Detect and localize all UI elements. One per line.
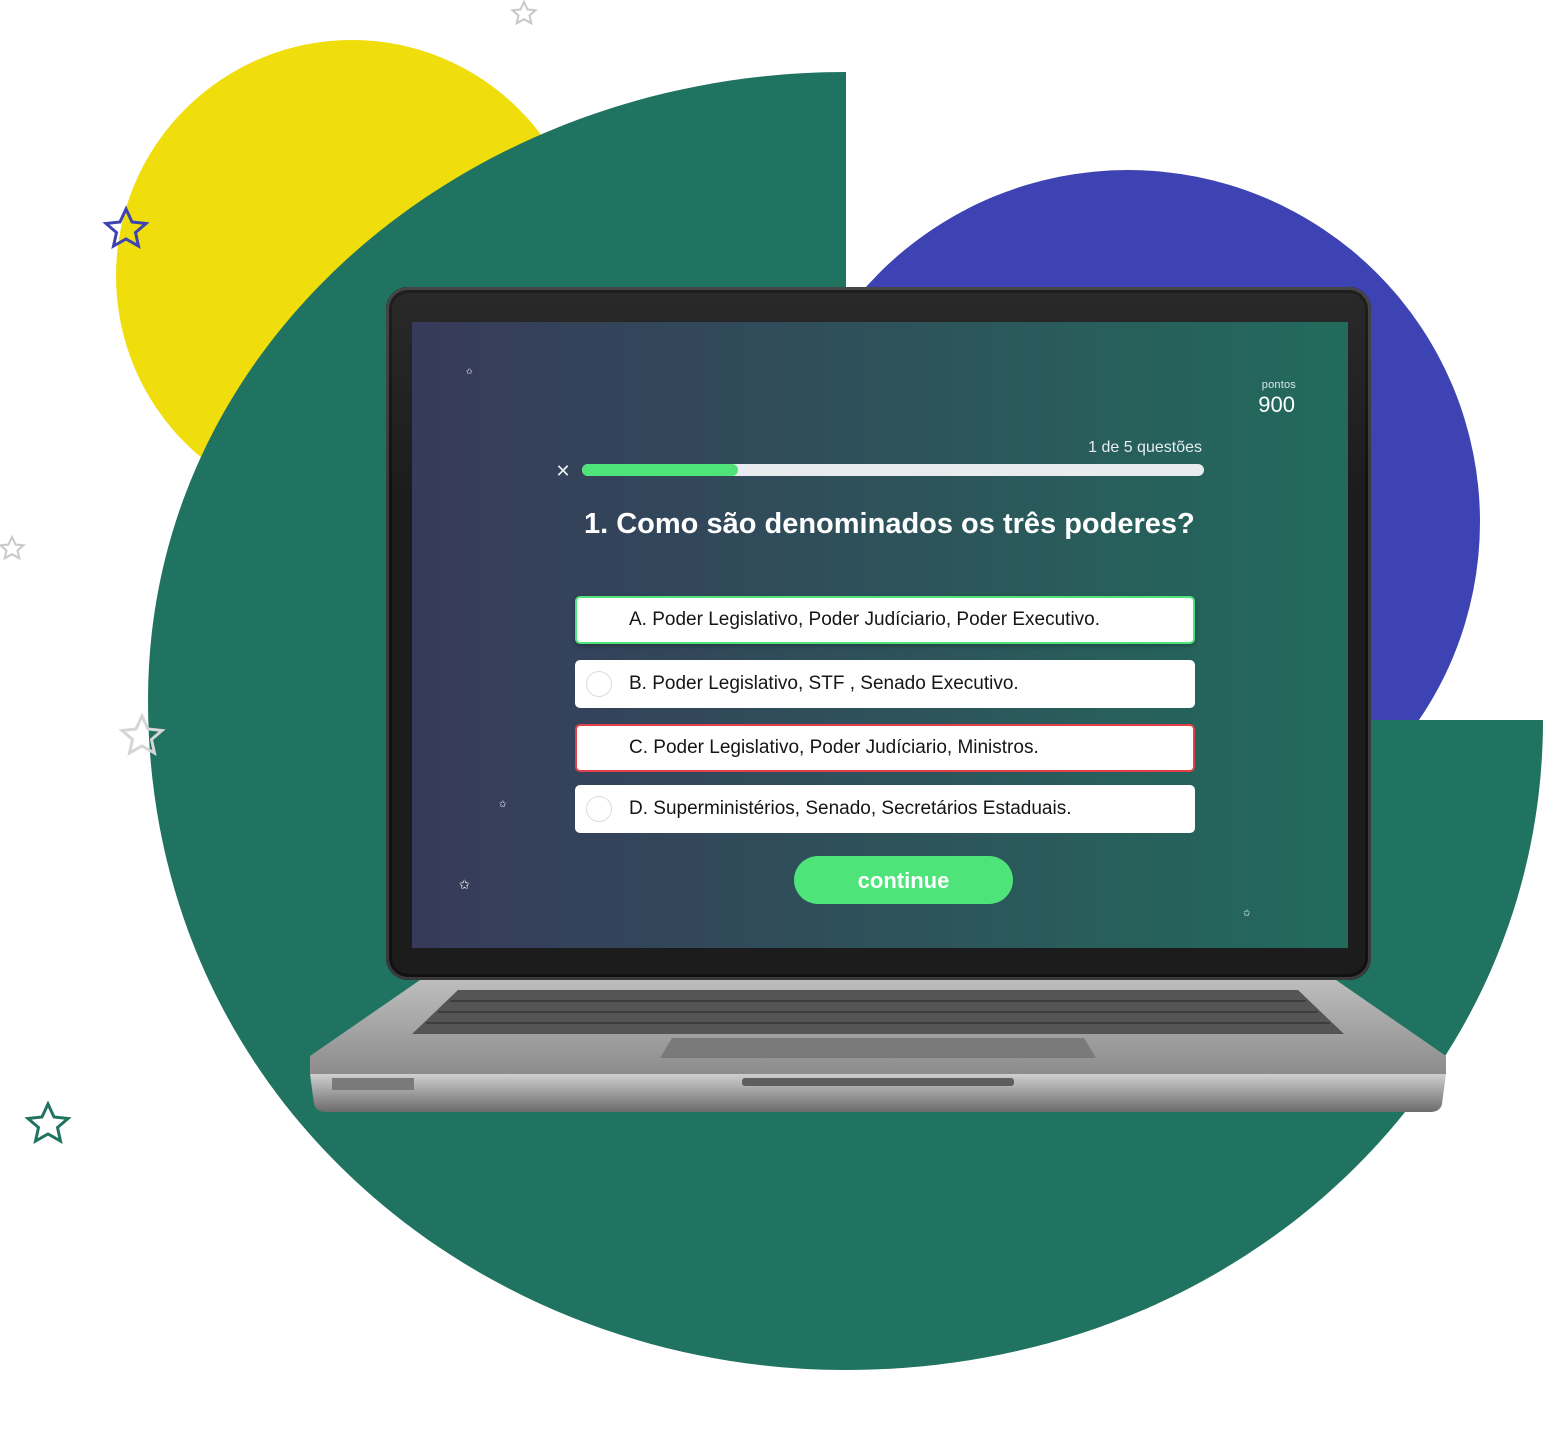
quiz-screen: ✩ ✩ ✩ ✩ pontos 900 1 de 5 questões ✕ 1. … xyxy=(412,322,1348,948)
progress-bar xyxy=(582,464,1204,476)
progress-text: 1 de 5 questões xyxy=(1088,439,1202,456)
touchpad xyxy=(660,1038,1096,1058)
laptop-base xyxy=(310,980,1446,1112)
score-value: 900 xyxy=(1258,392,1295,417)
star-icon xyxy=(0,534,26,561)
answer-option-label: D. Superministérios, Senado, Secretários… xyxy=(629,798,1072,819)
radio-icon[interactable] xyxy=(586,671,612,697)
star-icon: ✩ xyxy=(466,367,473,376)
continue-button[interactable]: continue xyxy=(794,856,1013,904)
progress-bar-fill xyxy=(582,464,738,476)
radio-icon[interactable] xyxy=(586,796,612,822)
answer-option-d[interactable]: D. Superministérios, Senado, Secretários… xyxy=(575,785,1195,833)
star-icon: ✩ xyxy=(499,799,507,809)
star-icon xyxy=(24,1100,72,1144)
answer-option-label: C. Poder Legislativo, Poder Judíciario, … xyxy=(629,737,1039,758)
answer-option-a[interactable]: A. Poder Legislativo, Poder Judíciario, … xyxy=(575,596,1195,644)
laptop-vent xyxy=(332,1078,414,1090)
score-label: pontos xyxy=(1261,379,1296,391)
answer-option-c[interactable]: C. Poder Legislativo, Poder Judíciario, … xyxy=(575,724,1195,772)
answer-option-b[interactable]: B. Poder Legislativo, STF , Senado Execu… xyxy=(575,660,1195,708)
question-title: 1. Como são denominados os três poderes? xyxy=(584,508,1195,540)
star-icon: ✩ xyxy=(459,877,470,892)
close-icon[interactable]: ✕ xyxy=(554,462,572,480)
answer-option-label: A. Poder Legislativo, Poder Judíciario, … xyxy=(629,609,1101,630)
star-icon: ✩ xyxy=(1243,908,1251,918)
answer-option-label: B. Poder Legislativo, STF , Senado Execu… xyxy=(629,673,1019,694)
star-icon xyxy=(510,0,538,26)
